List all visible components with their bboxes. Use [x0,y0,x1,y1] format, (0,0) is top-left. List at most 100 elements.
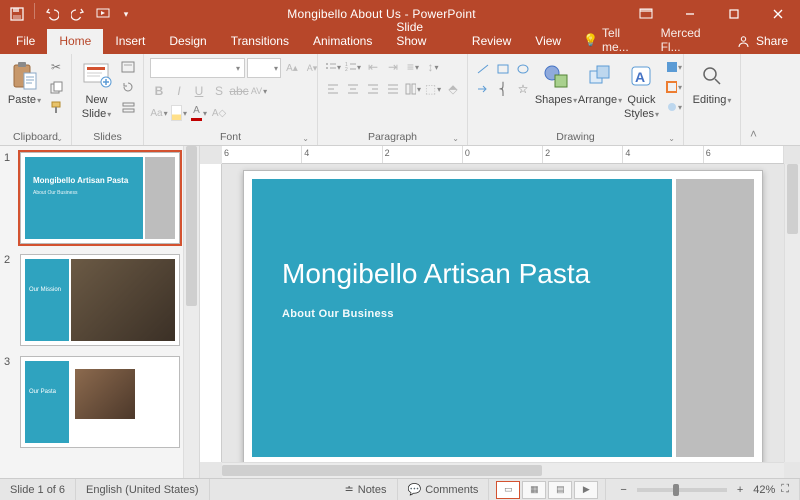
save-icon[interactable] [6,3,28,25]
align-center-icon[interactable] [344,80,362,98]
italic-icon[interactable]: I [170,82,188,100]
minimize-button[interactable] [668,0,712,28]
strikethrough-icon[interactable]: abc [230,82,248,100]
share-button[interactable]: Share [725,28,800,54]
zoom-out-icon[interactable]: − [616,484,630,496]
slideshow-view-icon[interactable]: ▶ [574,481,598,499]
slide-counter[interactable]: Slide 1 of 6 [0,479,76,500]
notes-button[interactable]: ≐Notes [335,479,398,500]
arrange-button[interactable]: Arrange [580,58,620,106]
tab-transitions[interactable]: Transitions [219,29,301,54]
smartart-icon[interactable]: ⬘ [444,80,462,98]
language-indicator[interactable]: English (United States) [76,479,210,500]
group-label-clipboard: Clipboard [6,130,65,145]
format-painter-icon[interactable] [47,98,65,116]
group-label-slides: Slides [78,130,137,145]
tab-file[interactable]: File [4,29,47,54]
font-name-combo[interactable] [150,58,245,78]
shape-fill-icon[interactable] [665,58,683,76]
tab-animations[interactable]: Animations [301,29,384,54]
thumbnail-scrollbar[interactable] [183,146,199,478]
shape-outline-icon[interactable] [665,78,683,96]
group-label-paragraph: Paragraph [324,130,461,145]
reading-view-icon[interactable]: ▤ [548,481,572,499]
tab-review[interactable]: Review [460,29,523,54]
columns-icon[interactable] [404,80,422,98]
sorter-view-icon[interactable]: ▦ [522,481,546,499]
align-right-icon[interactable] [364,80,382,98]
cut-icon[interactable]: ✂ [47,58,65,76]
fit-to-window-icon[interactable]: ⛶ [781,483,789,496]
bullets-icon[interactable] [324,58,342,76]
bold-icon[interactable]: B [150,82,168,100]
shapes-button[interactable]: Shapes [536,58,576,106]
text-direction-icon[interactable]: ↕ [424,58,442,76]
copy-icon[interactable] [47,78,65,96]
editing-label: Editing [693,94,732,106]
brace-shape-icon[interactable]: ⎨ [494,80,512,98]
char-spacing-icon[interactable]: AV [250,82,268,100]
justify-icon[interactable] [384,80,402,98]
thumbnail-2[interactable]: 2 Our Mission [0,248,199,350]
shadow-icon[interactable]: S [210,82,228,100]
paste-button[interactable]: Paste [6,58,43,106]
line-spacing-icon[interactable]: ≡ [404,58,422,76]
start-from-beginning-icon[interactable] [93,3,115,25]
slide-canvas[interactable]: Mongibello Artisan Pasta About Our Busin… [243,170,763,466]
qat-customize-icon[interactable]: ▾ [119,3,133,25]
increase-font-icon[interactable]: A▴ [283,59,301,77]
group-paragraph: 12 ⇤ ⇥ ≡ ↕ ⬚ ⬘ Paragraph [318,54,468,145]
new-slide-button[interactable]: New Slide [78,58,115,120]
maximize-button[interactable] [712,0,756,28]
font-size-combo[interactable] [247,58,281,78]
undo-icon[interactable] [41,3,63,25]
close-button[interactable] [756,0,800,28]
ribbon-options-icon[interactable] [624,0,668,28]
reset-icon[interactable] [119,78,137,96]
comments-button[interactable]: 💬Comments [398,479,490,500]
increase-indent-icon[interactable]: ⇥ [384,58,402,76]
layout-icon[interactable] [119,58,137,76]
redo-icon[interactable] [67,3,89,25]
decrease-indent-icon[interactable]: ⇤ [364,58,382,76]
shape-effects-icon[interactable] [665,98,683,116]
tab-insert[interactable]: Insert [103,29,157,54]
slide-subtitle[interactable]: About Our Business [282,308,642,320]
section-icon[interactable] [119,98,137,116]
arrow-shape-icon[interactable] [474,80,492,98]
document-title: Mongibello About Us - PowerPoint [139,7,624,21]
slide-side-placeholder[interactable] [676,179,754,457]
shape-gallery[interactable] [474,60,532,78]
vertical-scrollbar[interactable] [784,164,800,462]
editing-button[interactable]: Editing [690,58,734,106]
zoom-slider[interactable] [637,488,727,492]
quick-styles-button[interactable]: A Quick Styles [624,58,659,120]
align-left-icon[interactable] [324,80,342,98]
tab-home[interactable]: Home [47,29,103,54]
horizontal-scrollbar[interactable] [222,462,784,478]
tab-design[interactable]: Design [157,29,218,54]
align-text-icon[interactable]: ⬚ [424,80,442,98]
tab-view[interactable]: View [523,29,573,54]
font-color-icon[interactable]: A [190,104,208,122]
star-shape-icon[interactable]: ☆ [514,80,532,98]
horizontal-ruler[interactable]: 6 4 2 0 2 4 6 [222,146,784,164]
thumbnail-1[interactable]: 1 Mongibello Artisan PastaAbout Our Busi… [0,146,199,248]
collapse-ribbon-icon[interactable]: ˄ [740,54,766,145]
numbering-icon[interactable]: 12 [344,58,362,76]
change-case-icon[interactable]: Aa [150,104,168,122]
underline-icon[interactable]: U [190,82,208,100]
thumbnail-3[interactable]: 3 Our Pasta [0,350,199,452]
tell-me[interactable]: 💡 Tell me... [573,26,651,54]
slide-title[interactable]: Mongibello Artisan Pasta [282,259,642,290]
vertical-ruler[interactable] [200,164,222,462]
normal-view-icon[interactable]: ▭ [496,481,520,499]
share-icon [737,35,750,48]
account-name[interactable]: Merced Fl... [651,26,725,54]
zoom-percent[interactable]: 42% [747,484,781,496]
tab-slideshow[interactable]: Slide Show [384,15,460,54]
highlight-icon[interactable] [170,104,188,122]
clear-formatting-icon[interactable]: A◇ [210,104,228,122]
zoom-in-icon[interactable]: + [733,484,747,496]
slide-thumbnail-pane: 1 Mongibello Artisan PastaAbout Our Busi… [0,146,200,478]
